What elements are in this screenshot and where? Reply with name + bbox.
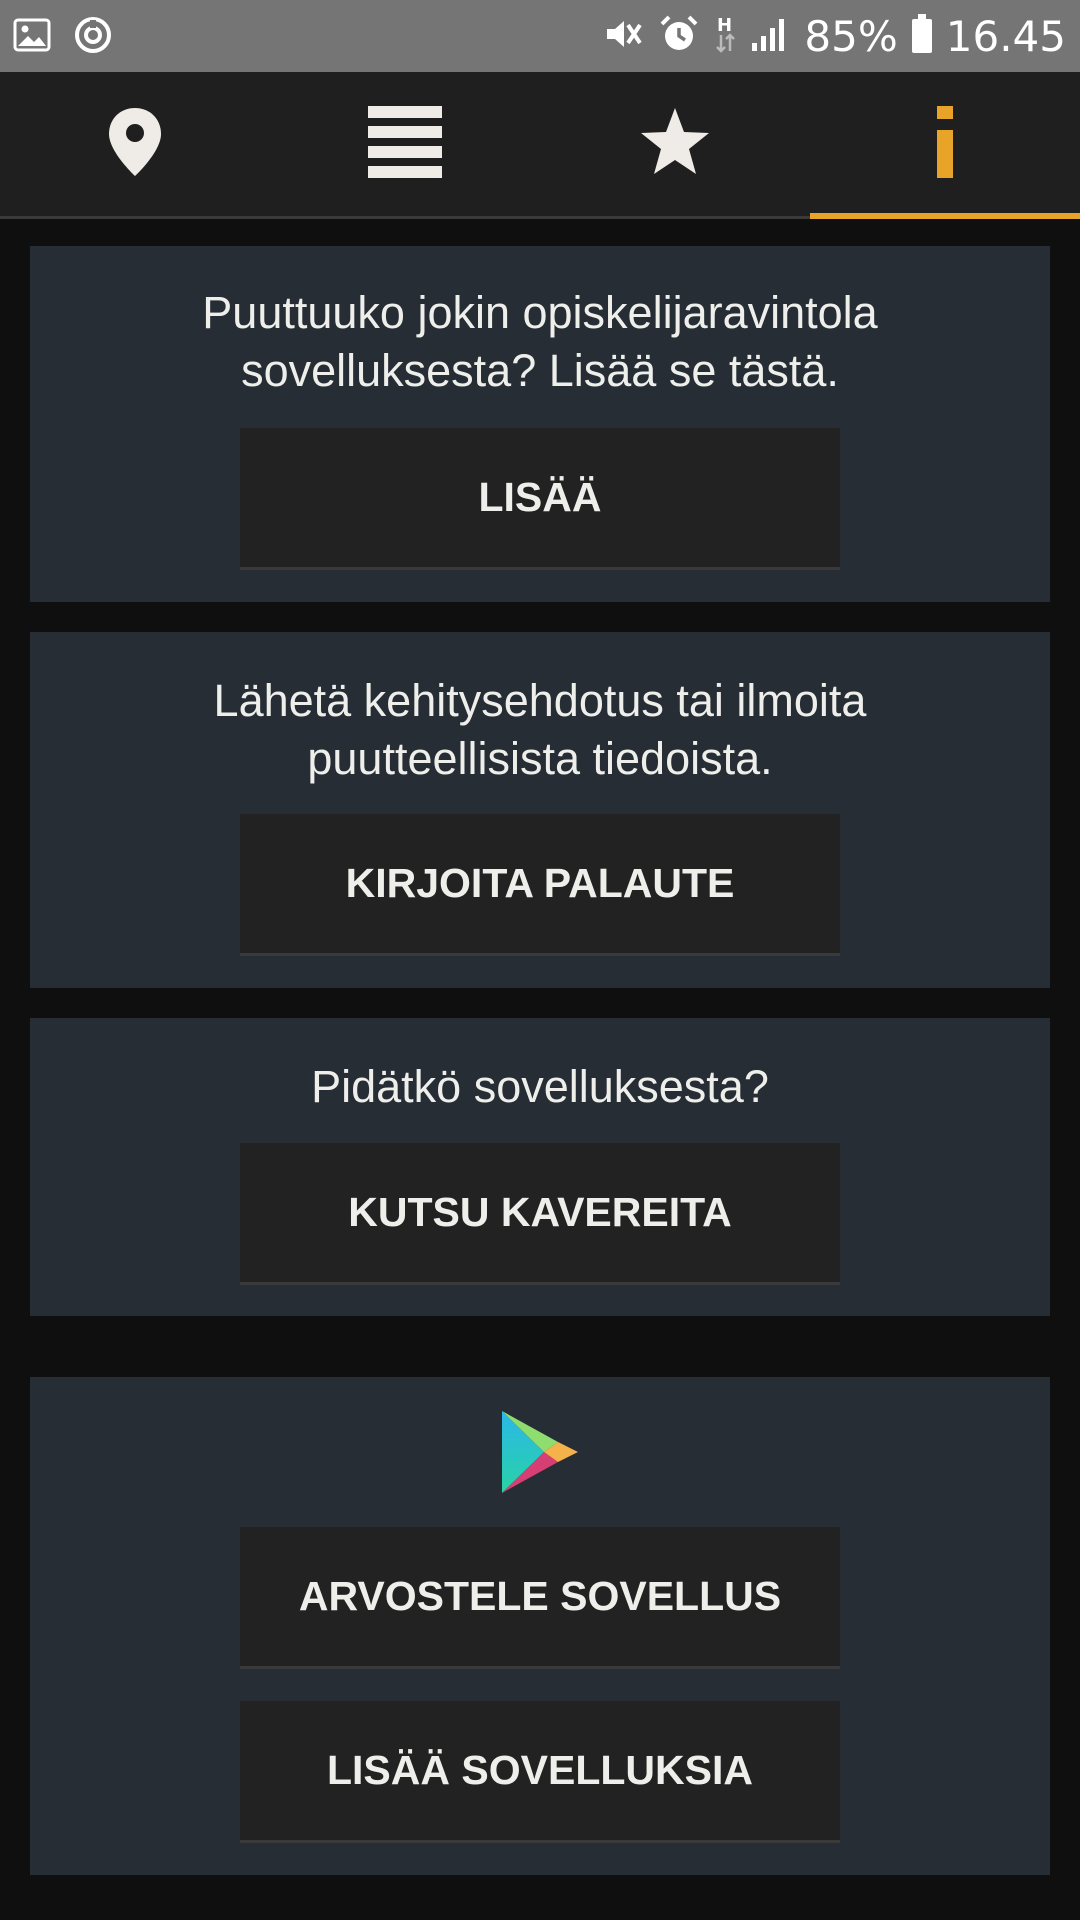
gallery-icon [12, 15, 52, 60]
star-icon [639, 106, 711, 183]
status-right: H 85% 16.45 [602, 0, 1066, 72]
invite-card: Pidätkö sovelluksesta? KUTSU KAVEREITA [30, 1018, 1050, 1316]
signal-icon [750, 13, 790, 60]
invite-friends-button[interactable]: KUTSU KAVEREITA [240, 1143, 840, 1285]
status-bar: H 85% 16.45 [0, 0, 1080, 72]
menu-list-icon [368, 105, 442, 183]
data-h-icon: H [714, 13, 736, 60]
add-restaurant-card: Puuttuuko jokin opiskelijaravintola sove… [30, 246, 1050, 602]
more-apps-button[interactable]: LISÄÄ SOVELLUKSIA [240, 1701, 840, 1843]
alarm-icon [658, 13, 700, 60]
rate-app-button[interactable]: ARVOSTELE SOVELLUS [240, 1527, 840, 1669]
sync-icon [72, 14, 114, 61]
invite-text: Pidätkö sovelluksesta? [311, 1061, 769, 1112]
info-icon [937, 105, 953, 183]
google-play-icon[interactable] [500, 1407, 582, 1502]
add-restaurant-text: Puuttuuko jokin opiskelijaravintola sove… [202, 287, 878, 396]
play-store-card: ARVOSTELE SOVELLUS LISÄÄ SOVELLUKSIA [30, 1377, 1050, 1875]
clock: 16.45 [945, 11, 1066, 61]
mute-icon [602, 13, 644, 60]
feedback-card: Lähetä kehitysehdotus tai ilmoita puutte… [30, 632, 1050, 988]
add-restaurant-button[interactable]: LISÄÄ [240, 428, 840, 570]
svg-text:H: H [717, 15, 732, 36]
tab-bar [0, 72, 1080, 219]
battery-icon [911, 14, 932, 53]
location-pin-icon [107, 106, 163, 183]
status-left [12, 14, 114, 61]
tab-info[interactable] [810, 72, 1080, 219]
tab-locations[interactable] [0, 72, 270, 216]
write-feedback-button[interactable]: KIRJOITA PALAUTE [240, 814, 840, 956]
battery-percent: 85% [804, 11, 898, 61]
tab-favorites[interactable] [540, 72, 810, 216]
feedback-text: Lähetä kehitysehdotus tai ilmoita puutte… [213, 675, 867, 784]
tab-list[interactable] [270, 72, 540, 216]
